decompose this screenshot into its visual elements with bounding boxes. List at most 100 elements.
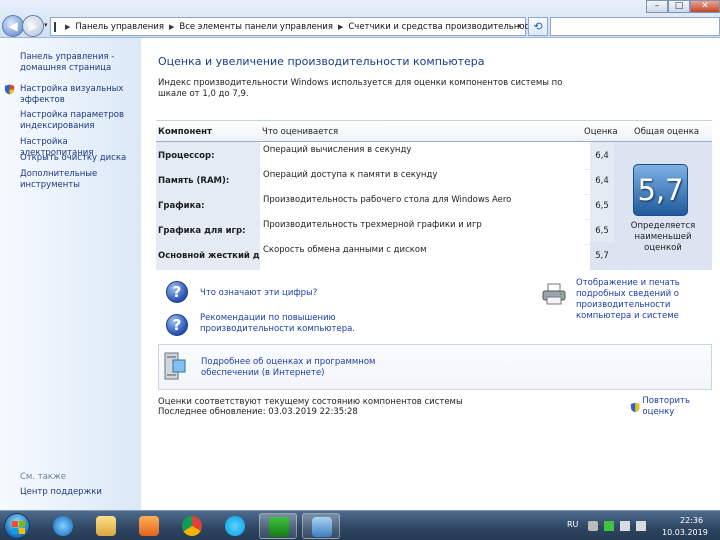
window-controls: – □ ✕ (646, 0, 720, 13)
table-row: Графика: Производительность рабочего сто… (156, 192, 614, 220)
score-cell: 6,5 (590, 217, 614, 245)
taskbar-explorer[interactable] (87, 513, 125, 539)
tray-cpu-icon[interactable] (604, 521, 614, 531)
what-cell: Производительность рабочего стола для Wi… (260, 192, 584, 220)
help-question-icon: ? (166, 281, 188, 303)
skype-icon (225, 516, 245, 536)
help-question-icon: ? (166, 314, 188, 336)
breadcrumb-performance[interactable]: Счетчики и средства производительности (348, 22, 539, 32)
column-header-component: Компонент (158, 127, 212, 137)
breadcrumb-all-items[interactable]: Все элементы панели управления (179, 22, 333, 32)
component-cell: Графика для игр: (156, 217, 260, 245)
score-cell: 6,4 (590, 142, 614, 170)
link-control-panel-home[interactable]: Панель управления - домашняя страница (20, 52, 138, 74)
link-indexing-options[interactable]: Настройка параметров индексирования (20, 110, 138, 132)
what-cell: Операций вычисления в секунду (260, 142, 584, 170)
taskbar-internet-explorer[interactable] (44, 513, 82, 539)
chevron-down-icon[interactable]: ▾ (517, 22, 521, 30)
arrow-right-icon: ▶ (28, 19, 38, 33)
internet-explorer-icon (53, 516, 73, 536)
rerun-assessment-label: Повторить оценку (642, 396, 691, 417)
breadcrumb-control-panel[interactable]: Панель управления (75, 22, 164, 32)
base-score-badge: 5,7 (633, 164, 688, 216)
table-body: Процессор: Операций вычисления в секунду… (156, 142, 712, 270)
control-panel-icon (312, 517, 332, 537)
folder-icon (96, 516, 116, 536)
taskbar-control-panel[interactable] (302, 513, 340, 539)
online-info-box: Подробнее об оценках и программном обесп… (158, 344, 712, 390)
chevron-right-icon[interactable]: ▶ (169, 23, 174, 31)
table-row: Память (RAM): Операций доступа к памяти … (156, 167, 614, 195)
link-what-numbers-mean[interactable]: Что означают эти цифры? (200, 288, 317, 299)
control-panel-icon (54, 21, 56, 32)
score-cell: 6,4 (590, 167, 614, 195)
taskbar-media-player[interactable] (130, 513, 168, 539)
breadcrumb[interactable]: ▶ Панель управления ▶ Все элементы панел… (50, 17, 540, 36)
shield-icon (630, 402, 640, 412)
score-cell: 5,7 (590, 242, 614, 270)
windows-logo-icon (12, 521, 18, 527)
taskbar: RU 22:36 10.03.2019 (0, 510, 720, 540)
component-cell: Процессор: (156, 142, 260, 170)
recent-pages-dropdown[interactable]: ▾ (44, 21, 48, 29)
score-cell: 6,5 (590, 192, 614, 220)
taskbar-cpuid[interactable] (259, 513, 297, 539)
address-bar: ◀ ▶ ▾ ▶ Панель управления ▶ Все элементы… (0, 0, 720, 38)
taskbar-chrome[interactable] (173, 513, 211, 539)
chevron-right-icon[interactable]: ▶ (65, 23, 70, 31)
cpu-monitor-icon (269, 517, 289, 537)
search-input[interactable] (550, 17, 720, 36)
table-row: Графика для игр: Производительность трех… (156, 217, 614, 245)
page-description: Индекс производительности Windows исполь… (158, 78, 563, 99)
table-row: Основной жесткий диск: Скорость обмена д… (156, 242, 614, 270)
link-recommendations[interactable]: Рекомендации по повышению производительн… (200, 313, 360, 335)
link-action-center[interactable]: Центр поддержки (20, 487, 102, 497)
rerun-assessment-button[interactable]: Повторить оценку (630, 396, 720, 418)
language-indicator[interactable]: RU (567, 520, 578, 529)
what-cell: Производительность трехмерной графики и … (260, 217, 584, 245)
clock-time[interactable]: 22:36 (680, 516, 703, 525)
taskbar-skype[interactable] (216, 513, 254, 539)
back-button[interactable]: ◀ (2, 15, 24, 37)
forward-button[interactable]: ▶ (22, 15, 44, 37)
main-content: Оценка и увеличение производительности к… (141, 38, 720, 510)
refresh-button[interactable]: ⟲ (528, 17, 548, 36)
volume-icon[interactable] (636, 521, 646, 531)
refresh-icon: ⟲ (533, 20, 543, 33)
score-table: Компонент Что оценивается Оценка Общая о… (156, 120, 712, 270)
base-score-note: Определяется наименьшей оценкой (630, 221, 696, 253)
close-button[interactable]: ✕ (690, 0, 720, 13)
column-header-total: Общая оценка (634, 127, 700, 137)
component-cell: Графика: (156, 192, 260, 220)
link-online-info[interactable]: Подробнее об оценках и программном обесп… (201, 357, 401, 379)
maximize-button[interactable]: □ (668, 0, 690, 13)
link-disk-cleanup[interactable]: Открыть очистку диска (20, 153, 138, 164)
see-also-heading: См. также (20, 472, 66, 482)
chevron-right-icon[interactable]: ▶ (338, 23, 343, 31)
minimize-button[interactable]: – (646, 0, 668, 13)
clock-date[interactable]: 10.03.2019 (662, 528, 708, 537)
column-header-score: Оценка (584, 127, 618, 137)
media-player-icon (139, 516, 159, 536)
table-header: Компонент Что оценивается Оценка Общая о… (156, 120, 712, 142)
status-current-text: Оценки соответствуют текущему состоянию … (158, 397, 463, 407)
link-advanced-tools[interactable]: Дополнительные инструменты (20, 169, 138, 191)
arrow-left-icon: ◀ (8, 19, 18, 33)
chrome-icon (182, 516, 202, 536)
component-cell: Основной жесткий диск: (156, 242, 280, 270)
start-button[interactable] (4, 513, 30, 539)
tray-arrow-icon[interactable] (588, 521, 598, 531)
printer-icon (542, 283, 566, 305)
link-print-details[interactable]: Отображение и печать подробных сведений … (576, 278, 718, 322)
status-updated-text: Последнее обновление: 03.03.2019 22:35:2… (158, 407, 358, 417)
column-header-what: Что оценивается (262, 127, 339, 137)
network-icon[interactable] (620, 521, 630, 531)
component-cell: Память (RAM): (156, 167, 260, 195)
computer-icon (164, 352, 186, 380)
table-row: Процессор: Операций вычисления в секунду… (156, 142, 614, 170)
page-title: Оценка и увеличение производительности к… (158, 55, 485, 68)
link-visual-effects[interactable]: Настройка визуальных эффектов (20, 84, 138, 106)
base-score-cell: 5,7 Определяется наименьшей оценкой (614, 142, 712, 270)
what-cell: Скорость обмена данными с диском (260, 242, 584, 270)
what-cell: Операций доступа к памяти в секунду (260, 167, 584, 195)
